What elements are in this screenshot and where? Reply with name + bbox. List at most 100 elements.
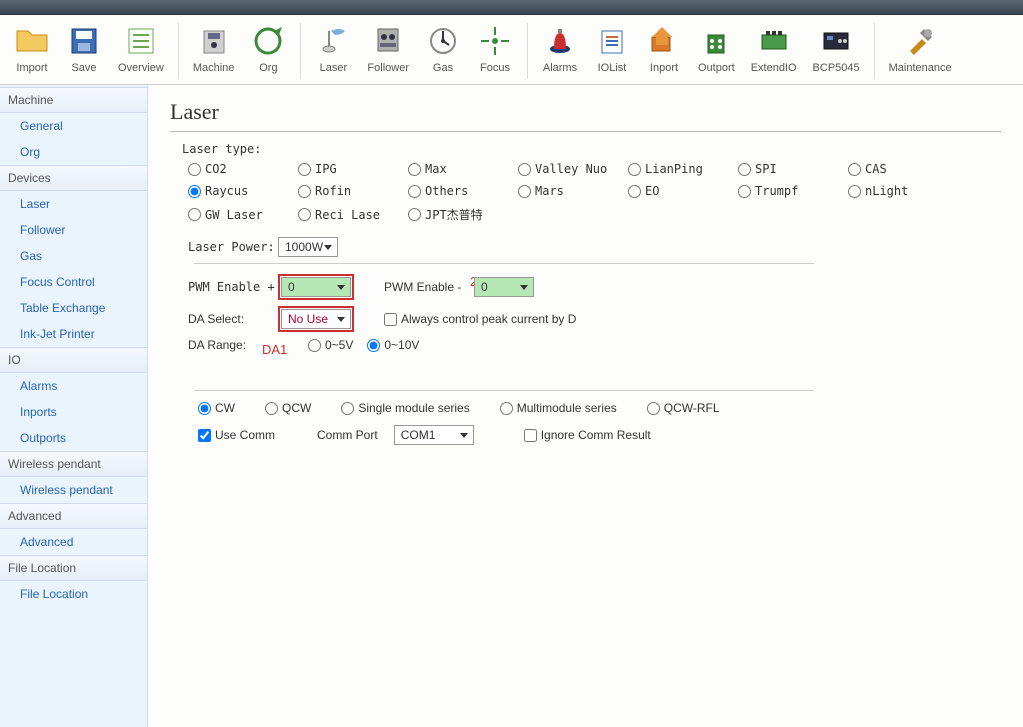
laser-type-gw-laser[interactable]: GW Laser [188, 206, 298, 223]
ignore-comm-text: Ignore Comm Result [541, 428, 651, 442]
mode-radio[interactable] [341, 402, 354, 415]
laser-type-radio[interactable] [298, 208, 311, 221]
sidebar-header-io[interactable]: IO [0, 347, 147, 373]
laser-type-ipg[interactable]: IPG [298, 162, 408, 176]
laser-type-radio[interactable] [408, 185, 421, 198]
toolbar-alarms-button[interactable]: Alarms [534, 19, 586, 78]
sidebar-header-machine[interactable]: Machine [0, 87, 147, 113]
toolbar-label: Import [16, 62, 47, 74]
laser-type-jpt杰普特[interactable]: JPT杰普特 [408, 206, 518, 223]
laser-type-cas[interactable]: CAS [848, 162, 958, 176]
sidebar-header-devices[interactable]: Devices [0, 165, 147, 191]
ignore-comm-checkbox-label[interactable]: Ignore Comm Result [524, 428, 651, 442]
sidebar-item-general[interactable]: General [0, 113, 147, 139]
laser-type-reci-lase[interactable]: Reci Lase [298, 206, 408, 223]
laser-type-eo[interactable]: EO [628, 184, 738, 198]
laser-type-lianping[interactable]: LianPing [628, 162, 738, 176]
sidebar-item-gas[interactable]: Gas [0, 243, 147, 269]
comm-port-dropdown[interactable]: COM1 [394, 425, 474, 445]
da-select-dropdown[interactable]: No Use [281, 309, 351, 329]
laser-type-radio[interactable] [738, 185, 751, 198]
ignore-comm-checkbox[interactable] [524, 429, 537, 442]
toolbar-machine-button[interactable]: Machine [185, 19, 243, 78]
mode-radio[interactable] [647, 402, 660, 415]
sidebar-item-table-exchange[interactable]: Table Exchange [0, 295, 147, 321]
toolbar-overview-button[interactable]: Overview [110, 19, 172, 78]
laser-type-radio[interactable] [848, 185, 861, 198]
laser-power-dropdown[interactable]: 1000W [278, 237, 338, 257]
toolbar-label: Save [71, 62, 96, 74]
laser-type-radio[interactable] [408, 163, 421, 176]
pwm-enable-minus-dropdown[interactable]: 0 [474, 277, 534, 297]
laser-type-raycus[interactable]: Raycus [188, 184, 298, 198]
laser-type-radio[interactable] [298, 163, 311, 176]
laser-type-valley-nuo[interactable]: Valley Nuo [518, 162, 628, 176]
mode-qcw-rfl[interactable]: QCW-RFL [647, 401, 720, 415]
peak-current-checkbox[interactable] [384, 313, 397, 326]
laser-type-radio[interactable] [628, 163, 641, 176]
laser-type-trumpf[interactable]: Trumpf [738, 184, 848, 198]
laser-type-radio[interactable] [408, 208, 421, 221]
toolbar-focus-button[interactable]: Focus [469, 19, 521, 78]
sidebar-header-wireless-pendant[interactable]: Wireless pendant [0, 451, 147, 477]
laser-type-co2[interactable]: CO2 [188, 162, 298, 176]
laser-type-radio[interactable] [188, 163, 201, 176]
laser-type-radio[interactable] [848, 163, 861, 176]
laser-type-mars[interactable]: Mars [518, 184, 628, 198]
sidebar-item-org[interactable]: Org [0, 139, 147, 165]
toolbar-gas-button[interactable]: Gas [417, 19, 469, 78]
da-range-radio[interactable] [308, 339, 321, 352]
mode-cw[interactable]: CW [198, 401, 235, 415]
sidebar-item-alarms[interactable]: Alarms [0, 373, 147, 399]
sidebar-item-ink-jet-printer[interactable]: Ink-Jet Printer [0, 321, 147, 347]
sidebar-item-advanced[interactable]: Advanced [0, 529, 147, 555]
mode-radio[interactable] [265, 402, 278, 415]
da-range-radio[interactable] [367, 339, 380, 352]
peak-current-text: Always control peak current by D [401, 312, 576, 326]
toolbar-org-button[interactable]: Org [242, 19, 294, 78]
laser-type-radio[interactable] [738, 163, 751, 176]
sidebar-header-advanced[interactable]: Advanced [0, 503, 147, 529]
mode-radio[interactable] [500, 402, 513, 415]
use-comm-checkbox[interactable] [198, 429, 211, 442]
da-range-010v[interactable]: 0~10V [367, 338, 419, 352]
toolbar-outport-button[interactable]: Outport [690, 19, 743, 78]
sidebar-item-follower[interactable]: Follower [0, 217, 147, 243]
laser-type-spi[interactable]: SPI [738, 162, 848, 176]
toolbar-maintenance-button[interactable]: Maintenance [881, 19, 960, 78]
sidebar-item-laser[interactable]: Laser [0, 191, 147, 217]
laser-type-radio[interactable] [188, 208, 201, 221]
laser-type-radio[interactable] [628, 185, 641, 198]
mode-single-module-series[interactable]: Single module series [341, 401, 469, 415]
laser-type-rofin[interactable]: Rofin [298, 184, 408, 198]
toolbar-laser-button[interactable]: Laser [307, 19, 359, 78]
mode-radio[interactable] [198, 402, 211, 415]
sidebar-item-wireless-pendant[interactable]: Wireless pendant [0, 477, 147, 503]
laser-type-radio[interactable] [298, 185, 311, 198]
toolbar-extendio-button[interactable]: ExtendIO [743, 19, 805, 78]
toolbar-bcp5045-button[interactable]: BCP5045 [805, 19, 868, 78]
laser-type-radio[interactable] [518, 163, 531, 176]
sidebar-item-focus-control[interactable]: Focus Control [0, 269, 147, 295]
sidebar-header-file-location[interactable]: File Location [0, 555, 147, 581]
mode-multimodule-series[interactable]: Multimodule series [500, 401, 617, 415]
laser-type-others[interactable]: Others [408, 184, 518, 198]
da-range-05v[interactable]: 0~5V [308, 338, 353, 352]
laser-type-radio[interactable] [518, 185, 531, 198]
toolbar-save-button[interactable]: Save [58, 19, 110, 78]
use-comm-checkbox-label[interactable]: Use Comm [198, 428, 275, 442]
laser-type-max[interactable]: Max [408, 162, 518, 176]
toolbar-import-button[interactable]: Import [6, 19, 58, 78]
mode-qcw[interactable]: QCW [265, 401, 311, 415]
sidebar-item-file-location[interactable]: File Location [0, 581, 147, 607]
focus-icon [477, 23, 513, 59]
toolbar-iolist-button[interactable]: IOList [586, 19, 638, 78]
pwm-enable-plus-dropdown[interactable]: 0 [281, 277, 351, 297]
toolbar-follower-button[interactable]: Follower [359, 19, 417, 78]
laser-type-nlight[interactable]: nLight [848, 184, 958, 198]
sidebar-item-inports[interactable]: Inports [0, 399, 147, 425]
sidebar-item-outports[interactable]: Outports [0, 425, 147, 451]
toolbar-inport-button[interactable]: Inport [638, 19, 690, 78]
laser-type-radio[interactable] [188, 185, 201, 198]
peak-current-checkbox-label[interactable]: Always control peak current by D [384, 312, 576, 326]
